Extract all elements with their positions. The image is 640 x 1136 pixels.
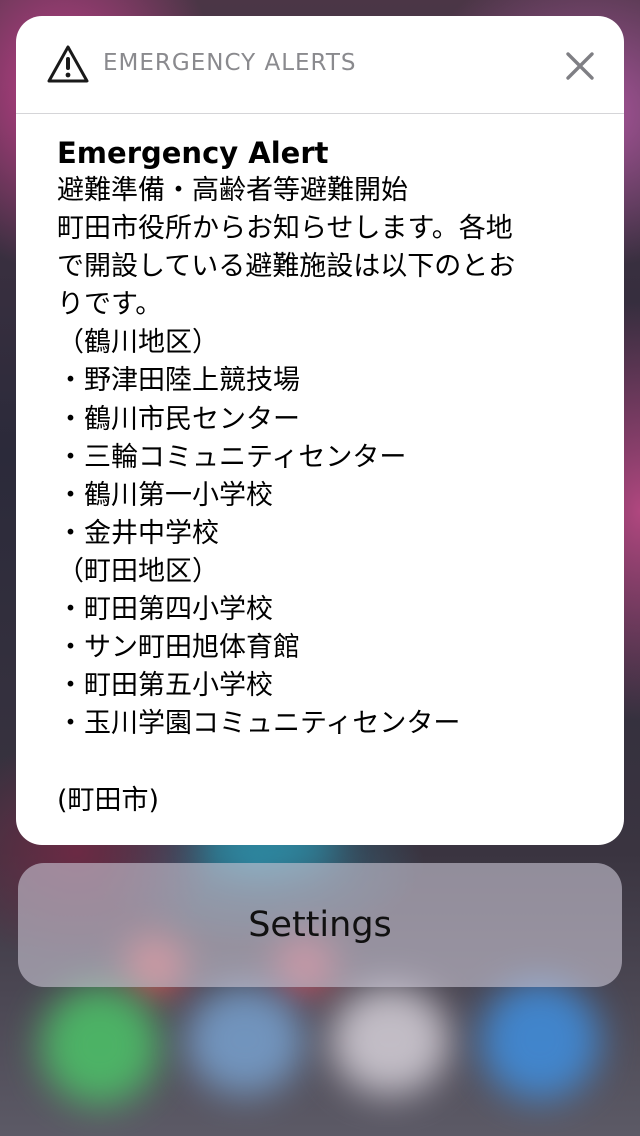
alert-message: 避難準備・高齢者等避難開始 町田市役所からお知らせします。各地 で開設している避… xyxy=(57,175,516,816)
alert-header: EMERGENCY ALERTS xyxy=(16,16,624,114)
blurred-dock-app-icon xyxy=(185,985,305,1095)
blurred-dock-app-icon xyxy=(330,985,450,1095)
blurred-dock-app-icon xyxy=(40,985,160,1105)
warning-icon xyxy=(46,44,90,84)
blurred-dock-app-icon xyxy=(480,980,600,1100)
close-icon xyxy=(562,52,598,88)
alert-source-title: EMERGENCY ALERTS xyxy=(103,50,357,76)
close-button[interactable] xyxy=(562,48,598,84)
emergency-alert-card: EMERGENCY ALERTS Emergency Alert 避難準備・高齢… xyxy=(16,16,624,845)
alert-title: Emergency Alert xyxy=(57,136,329,170)
settings-button[interactable]: Settings xyxy=(18,863,622,987)
alert-body: Emergency Alert 避難準備・高齢者等避難開始 町田市役所からお知ら… xyxy=(57,134,597,820)
settings-button-label: Settings xyxy=(248,905,392,945)
